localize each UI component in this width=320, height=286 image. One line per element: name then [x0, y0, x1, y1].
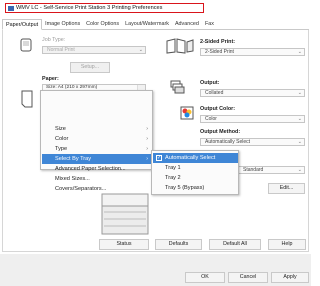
output-color-label: Output Color:: [200, 106, 236, 112]
cancel-button[interactable]: Cancel: [228, 272, 268, 283]
output-label: Output:: [200, 80, 220, 86]
submenu-item-automatically-select[interactable]: ✓ Automatically Select: [153, 153, 238, 163]
paper-label: Paper:: [42, 76, 59, 82]
output-color-icon: [180, 106, 194, 120]
tab-image-options[interactable]: Image Options: [42, 19, 83, 30]
chevron-down-icon: ⌄: [297, 167, 302, 173]
tab-advanced[interactable]: Advanced: [172, 19, 202, 30]
menu-item-label: Advanced Paper Selection...: [55, 166, 126, 172]
menu-item-size[interactable]: Size ›: [42, 124, 152, 134]
two-sided-select[interactable]: 2-Sided Print ⌄: [200, 48, 305, 56]
output-method-value: Automatically Select: [205, 139, 251, 145]
output-method-select[interactable]: Automatically Select ⌄: [200, 138, 305, 146]
output-color-select[interactable]: Color ⌄: [200, 115, 305, 123]
check-icon: ✓: [156, 155, 162, 161]
menu-item-color[interactable]: Color ›: [42, 134, 152, 144]
chevron-down-icon: ⌄: [297, 116, 302, 122]
menu-item-label: Size: [55, 126, 66, 132]
job-type-icon: [20, 38, 32, 52]
output-value: Collated: [205, 90, 224, 96]
submenu-item-tray-1[interactable]: Tray 1: [153, 163, 238, 173]
menu-item-label: Select By Tray: [55, 156, 92, 162]
output-method-label: Output Method:: [200, 129, 241, 135]
tab-color-options[interactable]: Color Options: [83, 19, 122, 30]
printer-illustration: [101, 193, 149, 235]
two-sided-print-icon: [166, 38, 194, 54]
chevron-right-icon: ›: [146, 136, 148, 142]
edit-button[interactable]: Edit...: [268, 183, 305, 194]
status-button[interactable]: Status: [99, 239, 149, 250]
submenu-item-label: Tray 1: [165, 165, 181, 171]
menu-item-label: Type: [55, 146, 68, 152]
chevron-right-icon: ›: [146, 156, 148, 162]
submenu-item-tray-5-bypass[interactable]: Tray 5 (Bypass): [153, 183, 238, 193]
submenu-item-label: Automatically Select: [165, 155, 216, 161]
tab-layout-watermark[interactable]: Layout/Watermark: [122, 19, 172, 30]
submenu-item-label: Tray 5 (Bypass): [165, 185, 205, 191]
job-type-select[interactable]: Normal Print ⌄: [42, 46, 146, 54]
ok-button[interactable]: OK: [185, 272, 225, 283]
title-highlight-box: WMV LC - Self-Service Print Station 3 Pr…: [5, 3, 204, 13]
help-button[interactable]: Help: [268, 239, 306, 250]
submenu-item-label: Tray 2: [165, 175, 181, 181]
chevron-down-icon: ⌄: [297, 90, 302, 96]
menu-item-type[interactable]: Type ›: [42, 144, 152, 154]
menu-item-mixed-sizes[interactable]: Mixed Sizes...: [42, 174, 152, 184]
job-type-label: Job Type:: [42, 37, 66, 43]
menu-item-select-by-tray[interactable]: Select By Tray ›: [42, 154, 152, 164]
title-bar: WMV LC - Self-Service Print Station 3 Pr…: [0, 0, 311, 18]
apply-button[interactable]: Apply: [271, 272, 309, 283]
submenu-item-tray-2[interactable]: Tray 2: [153, 173, 238, 183]
chevron-down-icon: ⌄: [297, 49, 302, 55]
two-sided-value: 2-Sided Print: [205, 49, 234, 55]
select-by-tray-submenu: ✓ Automatically Select Tray 1 Tray 2 Tra…: [151, 150, 239, 195]
default-all-button[interactable]: Default All: [209, 239, 261, 250]
menu-item-label: Mixed Sizes...: [55, 176, 90, 182]
defaults-button[interactable]: Defaults: [155, 239, 202, 250]
menu-item-label: Covers/Separators...: [55, 186, 107, 192]
menu-item-covers-separators[interactable]: Covers/Separators...: [42, 184, 152, 194]
chevron-down-icon: ⌄: [138, 47, 143, 53]
output-select[interactable]: Collated ⌄: [200, 89, 305, 97]
paper-icon: [21, 90, 33, 108]
output-color-value: Color: [205, 116, 217, 122]
tab-fax[interactable]: Fax: [202, 19, 217, 30]
standard-select[interactable]: Standard ⌄: [238, 166, 305, 174]
chevron-right-icon: ›: [146, 126, 148, 132]
tab-paper-output[interactable]: Paper/Output: [2, 19, 43, 30]
collated-output-icon: [170, 80, 185, 94]
two-sided-label: 2-Sided Print:: [200, 39, 236, 45]
job-type-value: Normal Print: [47, 47, 75, 53]
standard-value: Standard: [243, 167, 264, 173]
menu-item-advanced-paper-selection[interactable]: Advanced Paper Selection...: [42, 164, 152, 174]
chevron-down-icon: ⌄: [297, 139, 302, 145]
printer-app-icon: [8, 5, 14, 11]
paper-context-menu: Size › Color › Type › Select By Tray › A…: [40, 90, 153, 192]
chevron-right-icon: ›: [146, 146, 148, 152]
setup-button[interactable]: Setup...: [70, 62, 110, 73]
menu-item-label: Color: [55, 136, 69, 142]
tab-strip: Paper/Output Image Options Color Options…: [2, 19, 309, 30]
window-title: WMV LC - Self-Service Print Station 3 Pr…: [16, 5, 163, 11]
